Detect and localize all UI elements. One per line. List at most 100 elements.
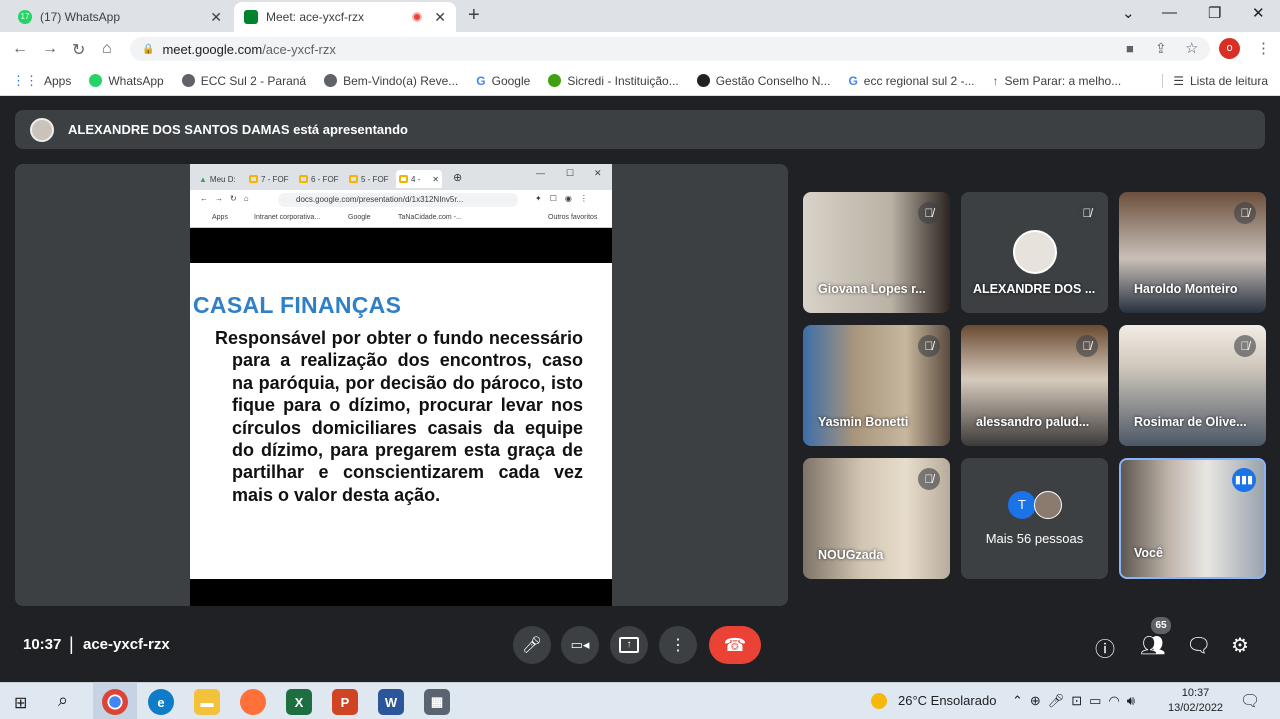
participant-avatar-letter: T xyxy=(1008,491,1036,519)
chrome-icon[interactable] xyxy=(102,689,128,715)
globe-icon xyxy=(324,74,338,87)
apps-grid-icon: ⋮⋮ xyxy=(12,72,38,88)
globe-icon xyxy=(181,74,195,87)
participant-tile[interactable]: 🎙̸ Yasmin Bonetti xyxy=(803,325,950,446)
more-options-button[interactable]: ⋮ xyxy=(659,626,697,664)
slide: CASAL FINANÇAS Responsável por obter o f… xyxy=(190,263,612,579)
folder-icon[interactable]: ▬ xyxy=(194,689,220,715)
powerpoint-icon[interactable]: P xyxy=(332,689,358,715)
clock[interactable]: 10:37 13/02/2022 xyxy=(1168,686,1223,716)
participant-tile[interactable]: 🎙̸ ALEXANDRE DOS ... xyxy=(961,192,1108,313)
shared-bookmark: Intranet corporativa... xyxy=(254,214,321,221)
participant-tile[interactable]: 🎙̸ alessandro palud... xyxy=(961,325,1108,446)
weather-text[interactable]: 26°C Ensolarado xyxy=(898,693,996,708)
calculator-icon[interactable]: ▦ xyxy=(424,689,450,715)
presenter-avatar xyxy=(30,117,54,142)
microphone-button[interactable]: 🎤︎ xyxy=(513,626,551,664)
url-host: meet.google.com xyxy=(162,41,263,57)
bookmark-ecc-regional[interactable]: Gecc regional sul 2 -... xyxy=(848,74,974,88)
bookmark-gestao[interactable]: Gestão Conselho N... xyxy=(696,74,830,88)
mic-off-icon: 🎙̸ xyxy=(1076,335,1098,357)
notifications-icon[interactable]: 🗨︎ xyxy=(1240,691,1260,711)
back-icon[interactable]: ← xyxy=(12,40,28,58)
reload-icon[interactable]: ↻ xyxy=(72,40,85,60)
participant-tile[interactable]: 🎙̸ Haroldo Monteiro xyxy=(1119,192,1266,313)
word-icon[interactable]: W xyxy=(378,689,404,715)
new-tab-button[interactable]: + xyxy=(468,4,480,27)
shared-tab-strip: ▲ Meu D: 7 - FOF 6 - FOF 5 - FOF 4 - ✕ ⊕ —… xyxy=(190,164,612,190)
bookmark-google[interactable]: G Google xyxy=(476,74,530,88)
star-icon[interactable]: ☆ xyxy=(1185,39,1198,57)
minimize-button[interactable]: — xyxy=(1162,4,1177,21)
search-icon[interactable]: ⌕ xyxy=(58,690,68,711)
address-bar[interactable]: 🔒 meet.google.com/ace-yxcf-rzx xyxy=(130,37,1210,61)
close-window-button[interactable]: ✕ xyxy=(1252,4,1265,22)
participant-name: Giovana Lopes r... xyxy=(818,282,926,296)
home-icon[interactable]: ⌂ xyxy=(102,40,112,58)
mic-off-icon: 🎙̸ xyxy=(918,202,940,224)
shared-address-row: ←→↻⌂ docs.google.com/presentation/d/1x31… xyxy=(190,190,612,210)
shared-bookmark: Outros favoritos xyxy=(548,214,598,221)
mic-off-icon: 🎙̸ xyxy=(1234,335,1256,357)
mic-off-icon: 🎙̸ xyxy=(918,335,940,357)
self-tile[interactable]: ▮▮▮ Você xyxy=(1119,458,1266,579)
participant-avatar xyxy=(1013,230,1057,274)
reading-list[interactable]: ☰ Lista de leitura xyxy=(1162,73,1268,88)
bookmark-ecc-sul[interactable]: ECC Sul 2 - Paraná xyxy=(181,74,306,88)
slides-icon xyxy=(249,175,258,183)
excel-icon[interactable]: X xyxy=(286,689,312,715)
people-icon[interactable]: 👥︎ xyxy=(1140,633,1165,658)
mic-off-icon: 🎙̸ xyxy=(1234,202,1256,224)
bookmark-sicredi[interactable]: Sicredi - Instituição... xyxy=(548,74,679,88)
slides-icon xyxy=(349,175,358,183)
nav-icons: ←→↻⌂ xyxy=(200,194,256,203)
meet-icon xyxy=(244,10,258,24)
forward-icon[interactable]: → xyxy=(42,40,58,58)
maximize-button[interactable]: ❐ xyxy=(1208,4,1221,22)
video-camera-icon: ▭◂ xyxy=(570,637,590,652)
clock-time: 10:37 xyxy=(1181,687,1210,699)
close-tab-icon[interactable]: ✕ xyxy=(210,9,222,26)
camera-icon[interactable]: ■ xyxy=(1126,41,1134,56)
bookmark-bem-vindo[interactable]: Bem-Vindo(a) Reve... xyxy=(324,74,458,88)
activities-icon[interactable]: ⚙︎ xyxy=(1231,633,1249,658)
firefox-icon[interactable] xyxy=(240,689,266,715)
sicredi-icon xyxy=(548,74,562,87)
bookmark-apps[interactable]: ⋮⋮ Apps xyxy=(12,73,71,89)
more-participants-tile[interactable]: T Mais 56 pessoas xyxy=(961,458,1108,579)
weather-icon xyxy=(871,693,887,709)
slide-title: CASAL FINANÇAS xyxy=(193,292,402,318)
windows-taskbar: ⊞ ⌕ e ▬ X P W ▦ 26°C Ensolarado ⌃⊕🎤︎⊡▭◠🔊… xyxy=(0,682,1280,719)
shared-tab: 5 - FOF xyxy=(346,170,392,188)
participant-tile[interactable]: 🎙̸ Giovana Lopes r... xyxy=(803,192,950,313)
menu-icon[interactable]: ⋮ xyxy=(1256,39,1271,57)
present-button[interactable]: ↑ xyxy=(610,626,648,664)
tab-whatsapp[interactable]: 17 (17) WhatsApp ✕ xyxy=(8,2,232,32)
bookmark-whatsapp[interactable]: WhatsApp xyxy=(89,74,164,88)
church-icon xyxy=(696,74,710,87)
participant-name: Yasmin Bonetti xyxy=(818,415,909,429)
speaking-icon: ▮▮▮ xyxy=(1232,468,1256,492)
shared-bookmark: TaNaCidade.com -... xyxy=(398,214,462,221)
slides-icon xyxy=(299,175,308,183)
shared-tab: 6 - FOF xyxy=(296,170,342,188)
tab-search-icon[interactable]: ⌄ xyxy=(1122,4,1135,22)
profile-avatar[interactable]: o xyxy=(1219,38,1240,59)
info-icon[interactable]: ⓘ xyxy=(1095,633,1115,662)
edge-icon[interactable]: e xyxy=(148,689,174,715)
leave-call-button[interactable]: ☎︎ xyxy=(709,626,761,664)
participant-tile[interactable]: 🎙̸ Rosimar de Olive... xyxy=(1119,325,1266,446)
camera-button[interactable]: ▭◂ xyxy=(561,626,599,664)
chat-icon[interactable]: 🗨︎ xyxy=(1186,633,1211,658)
bookmark-sem-parar[interactable]: ↑ Sem Parar: a melho... xyxy=(993,74,1122,88)
windows-start-icon[interactable]: ⊞ xyxy=(14,693,27,713)
tab-meet[interactable]: Meet: ace-yxcf-rzx ✕ xyxy=(234,2,456,32)
close-tab-icon[interactable]: ✕ xyxy=(434,9,446,26)
shared-url: docs.google.com/presentation/d/1x312NInv… xyxy=(278,193,518,207)
participant-tile[interactable]: 🎙̸ NOUGzada xyxy=(803,458,950,579)
shared-bookmark: Apps xyxy=(212,214,228,221)
presenting-banner: ALEXANDRE DOS SANTOS DAMAS está apresent… xyxy=(15,110,1265,149)
share-icon[interactable]: ⇪ xyxy=(1155,40,1167,57)
shared-bookmark: Google xyxy=(348,214,371,221)
tray-icons[interactable]: ⌃⊕🎤︎⊡▭◠🔊︎ xyxy=(1012,693,1142,709)
